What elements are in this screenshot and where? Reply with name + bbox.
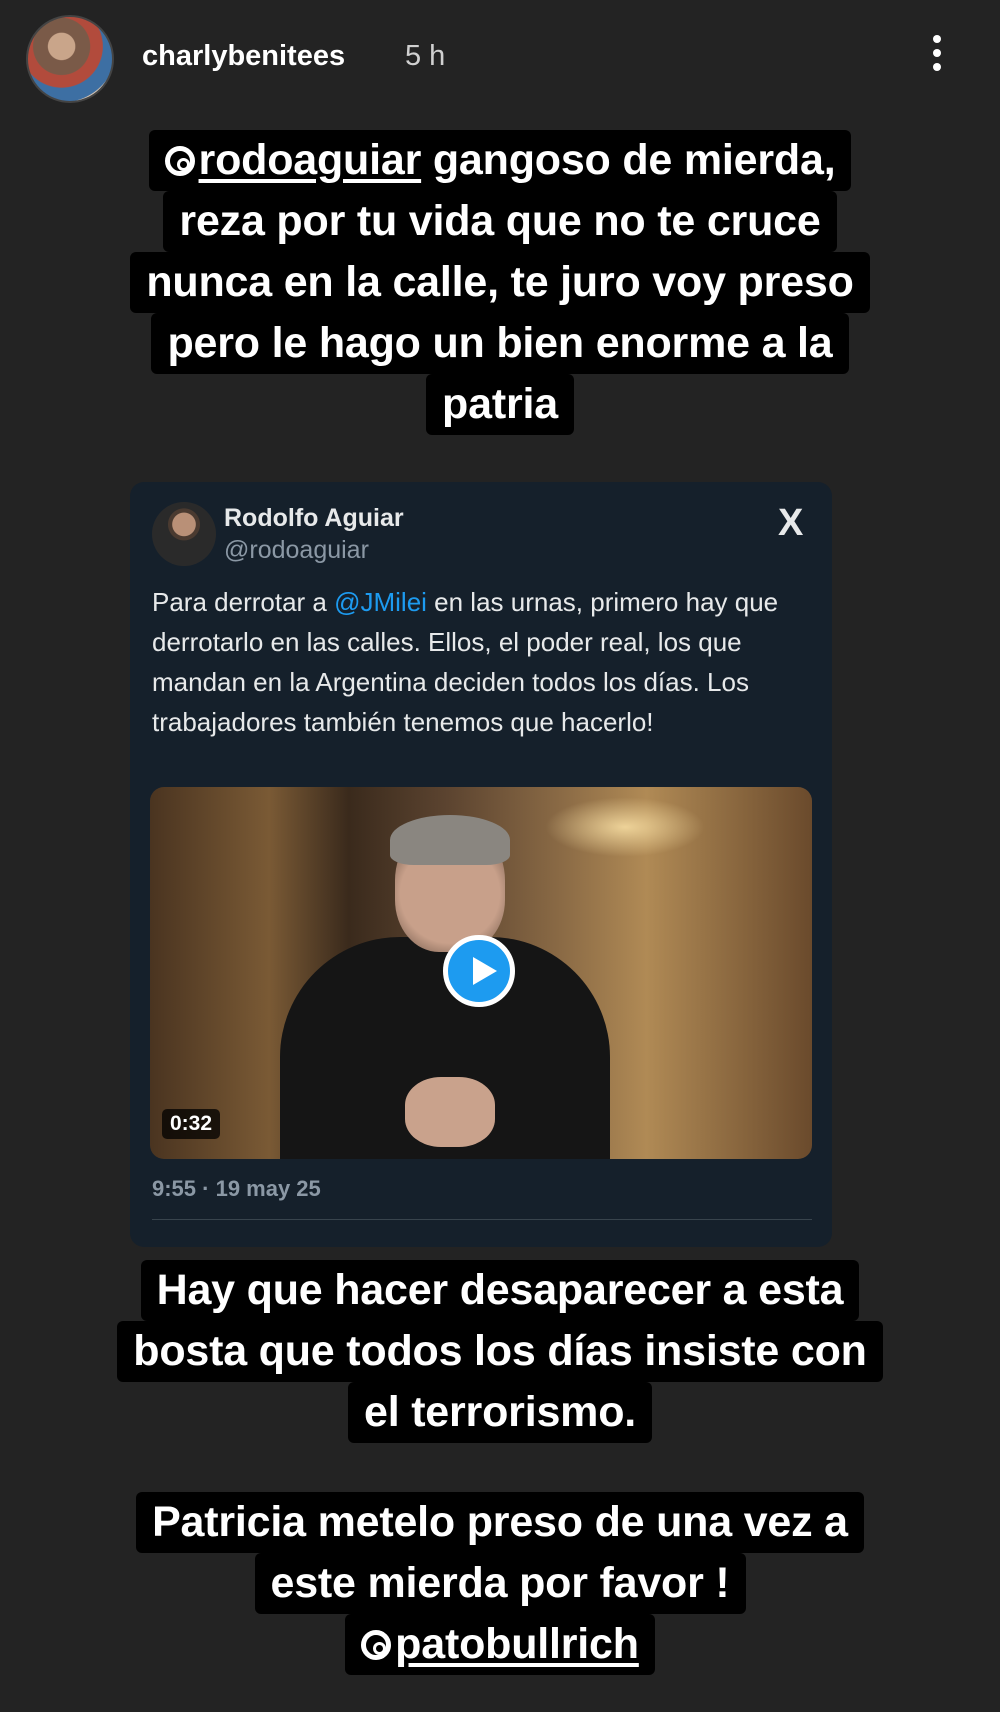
caption-line: este mierda por favor ! [254,1553,746,1614]
tweet-author-name[interactable]: Rodolfo Aguiar [224,504,404,533]
x-logo-icon: X [778,502,804,544]
tweet-text: Para derrotar a @JMilei en las urnas, pr… [152,587,779,737]
caption-line: patobullrich [345,1614,655,1675]
video-duration: 0:32 [162,1109,221,1139]
caption-text: gangoso de mierda, [421,136,836,184]
caption-line: reza por tu vida que no te cruce [163,191,837,252]
caption-line: rodoaguiar gangoso de mierda, [148,130,852,191]
caption-line: nunca en la calle, te juro voy preso [130,252,870,313]
caption-line: el terrorismo. [347,1382,653,1443]
tweet-video[interactable]: 0:32 [150,787,812,1159]
caption-line: Hay que hacer desaparecer a esta [140,1260,860,1321]
caption-line: patria [426,374,574,435]
post-time: 5 h [405,40,446,72]
tweet-timestamp[interactable]: 9:55 · 19 may 25 [152,1176,321,1202]
caption-line: Patricia metelo preso de una vez a [136,1492,864,1553]
video-person-hair [390,815,510,865]
mention-link[interactable]: rodoaguiar [199,136,422,184]
tweet-author-handle[interactable]: @rodoaguiar [224,536,369,565]
caption-top: rodoaguiar gangoso de mierda, reza por t… [0,130,1000,435]
threads-icon [361,1630,392,1660]
caption-line: pero le hago un bien enorme a la [151,313,849,374]
embedded-tweet[interactable]: Rodolfo Aguiar @rodoaguiar X Para derrot… [130,482,832,1247]
caption-line: bosta que todos los días insiste con [117,1321,883,1382]
tweet-avatar[interactable] [152,502,216,566]
caption-bottom: Patricia metelo preso de una vez a este … [0,1492,1000,1675]
video-background-light [545,797,705,857]
divider [152,1219,812,1220]
threads-icon [164,146,195,176]
tweet-mention-link[interactable]: @JMilei [334,587,427,617]
caption-middle: Hay que hacer desaparecer a esta bosta q… [0,1260,1000,1443]
user-avatar[interactable] [26,15,114,103]
story-header: charlybenitees 5 h [0,0,1000,120]
more-options-icon[interactable] [920,30,954,80]
username[interactable]: charlybenitees [142,40,345,73]
play-icon[interactable] [443,935,515,1007]
video-person-hands [405,1077,495,1147]
mention-link[interactable]: patobullrich [395,1620,639,1668]
